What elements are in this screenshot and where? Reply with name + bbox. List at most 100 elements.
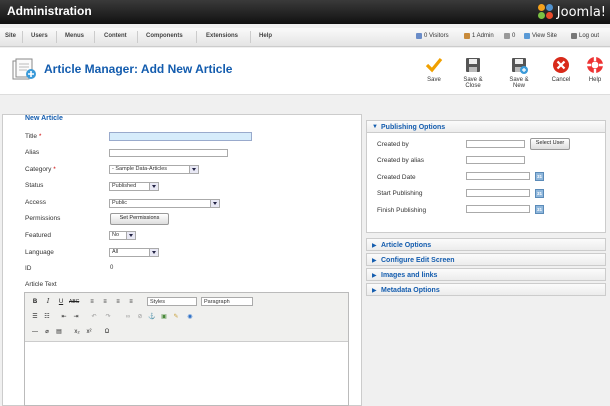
calendar-icon[interactable]: 31 [535, 205, 544, 214]
menu-menus[interactable]: Menus [65, 33, 84, 39]
italic-icon[interactable]: I [43, 297, 53, 307]
image-icon[interactable]: ▣ [159, 312, 169, 322]
configure-edit-screen-header[interactable]: ▶ Configure Edit Screen [366, 253, 606, 266]
subscript-icon[interactable]: x₂ [72, 327, 82, 337]
checkmark-icon [425, 57, 443, 73]
images-and-links-header[interactable]: ▶ Images and links [366, 268, 606, 281]
alias-input[interactable] [109, 149, 228, 157]
status-label: Status [25, 182, 44, 189]
status-select[interactable]: Published [109, 182, 159, 191]
numbered-list-icon[interactable]: ☷ [42, 312, 52, 322]
anchor-icon[interactable]: ⚓ [147, 312, 157, 322]
created-date-input[interactable] [466, 172, 530, 180]
page-title: Article Manager: Add New Article [44, 62, 233, 76]
article-add-icon [12, 58, 36, 80]
remove-format-icon[interactable]: ⌀ [42, 327, 52, 337]
special-character-icon[interactable]: Ω [102, 327, 112, 337]
outdent-icon[interactable]: ⇤ [59, 312, 69, 322]
select-user-button[interactable]: Select User [530, 138, 570, 150]
redo-icon[interactable]: ↷ [103, 312, 113, 322]
superscript-icon[interactable]: x² [84, 327, 94, 337]
header-title: Administration [7, 4, 92, 18]
view-site-link[interactable]: View Site [524, 33, 557, 39]
format-select[interactable]: Paragraph [201, 297, 253, 306]
cancel-icon [553, 57, 569, 73]
menu-extensions[interactable]: Extensions [206, 33, 238, 39]
align-right-icon[interactable]: ≡ [113, 297, 123, 307]
chevron-down-icon [189, 166, 198, 173]
article-text-editor[interactable]: B I U ABC ≡ ≡ ≡ ≡ Styles Paragraph ☰ ☷ ⇤… [24, 292, 349, 406]
strikethrough-icon[interactable]: ABC [69, 297, 79, 307]
menu-divider [137, 31, 138, 43]
publishing-options-header[interactable]: ▼ Publishing Options [366, 120, 606, 133]
triangle-right-icon: ▶ [372, 243, 377, 249]
calendar-icon[interactable]: 31 [535, 189, 544, 198]
title-label: Title * [25, 133, 41, 140]
save-button[interactable]: Save [419, 56, 449, 83]
menu-content[interactable]: Content [104, 33, 127, 39]
article-options-title: Article Options [381, 241, 432, 249]
created-by-alias-input[interactable] [466, 156, 525, 164]
bullet-list-icon[interactable]: ☰ [30, 312, 40, 322]
save-new-label: Save & New [509, 77, 529, 89]
metadata-options-header[interactable]: ▶ Metadata Options [366, 283, 606, 296]
log-out-link[interactable]: Log out [571, 33, 599, 39]
access-select[interactable]: Public [109, 199, 220, 208]
messages-count: 0 [512, 33, 516, 39]
featured-select[interactable]: No [109, 231, 136, 240]
cleanup-icon[interactable]: ✎ [171, 312, 181, 322]
menu-divider [22, 31, 23, 43]
article-options-header[interactable]: ▶ Article Options [366, 238, 606, 251]
menu-divider [56, 31, 57, 43]
menu-users[interactable]: Users [31, 33, 48, 39]
start-publishing-input[interactable] [466, 189, 530, 197]
menu-help[interactable]: Help [259, 33, 272, 39]
article-text-label: Article Text [25, 281, 57, 288]
title-input[interactable] [109, 132, 252, 141]
indent-icon[interactable]: ⇥ [71, 312, 81, 322]
link-icon[interactable]: ∞ [123, 312, 133, 322]
calendar-icon[interactable]: 31 [535, 172, 544, 181]
created-by-input[interactable] [466, 140, 525, 148]
align-center-icon[interactable]: ≡ [100, 297, 110, 307]
start-publishing-label: Start Publishing [377, 190, 423, 197]
category-select[interactable]: - Sample Data-Articles [109, 165, 199, 174]
save-new-button[interactable]: Save & New [504, 56, 534, 89]
underline-icon[interactable]: U [56, 297, 66, 307]
menu-components[interactable]: Components [146, 33, 183, 39]
bold-icon[interactable]: B [30, 297, 40, 307]
help-label: Help [588, 77, 602, 83]
floppy-plus-icon [512, 58, 528, 74]
chevron-down-icon [149, 183, 158, 190]
cancel-button[interactable]: Cancel [546, 56, 576, 83]
language-select[interactable]: All [109, 248, 159, 257]
editor-toolbar: B I U ABC ≡ ≡ ≡ ≡ Styles Paragraph ☰ ☷ ⇤… [25, 293, 348, 342]
visual-aid-icon[interactable]: ▤ [54, 327, 64, 337]
configure-edit-screen-title: Configure Edit Screen [381, 256, 455, 264]
undo-icon[interactable]: ↶ [89, 312, 99, 322]
styles-select[interactable]: Styles [147, 297, 197, 306]
horizontal-rule-icon[interactable]: — [30, 327, 40, 337]
visitors-count: 0 Visitors [424, 33, 449, 39]
admins-status: 1 Admin [464, 33, 494, 39]
help-button[interactable]: Help [580, 56, 610, 83]
menu-site[interactable]: Site [5, 33, 16, 39]
chevron-down-icon [126, 232, 135, 239]
title-label-text: Title [25, 133, 38, 140]
users-icon [416, 33, 422, 39]
format-value: Paragraph [204, 299, 230, 305]
menu-divider [94, 31, 95, 43]
messages-status[interactable]: 0 [504, 33, 515, 39]
html-source-icon[interactable]: ◉ [185, 312, 195, 322]
unlink-icon[interactable]: ⊘ [135, 312, 145, 322]
id-label: ID [25, 265, 32, 272]
align-left-icon[interactable]: ≡ [87, 297, 97, 307]
publishing-options-title: Publishing Options [381, 123, 446, 131]
align-justify-icon[interactable]: ≡ [126, 297, 136, 307]
visitors-status: 0 Visitors [416, 33, 449, 39]
joomla-logo-icon [537, 4, 554, 20]
save-close-button[interactable]: Save & Close [458, 56, 488, 89]
set-permissions-button[interactable]: Set Permissions [110, 213, 169, 225]
monitor-icon [524, 33, 530, 39]
finish-publishing-input[interactable] [466, 205, 530, 213]
